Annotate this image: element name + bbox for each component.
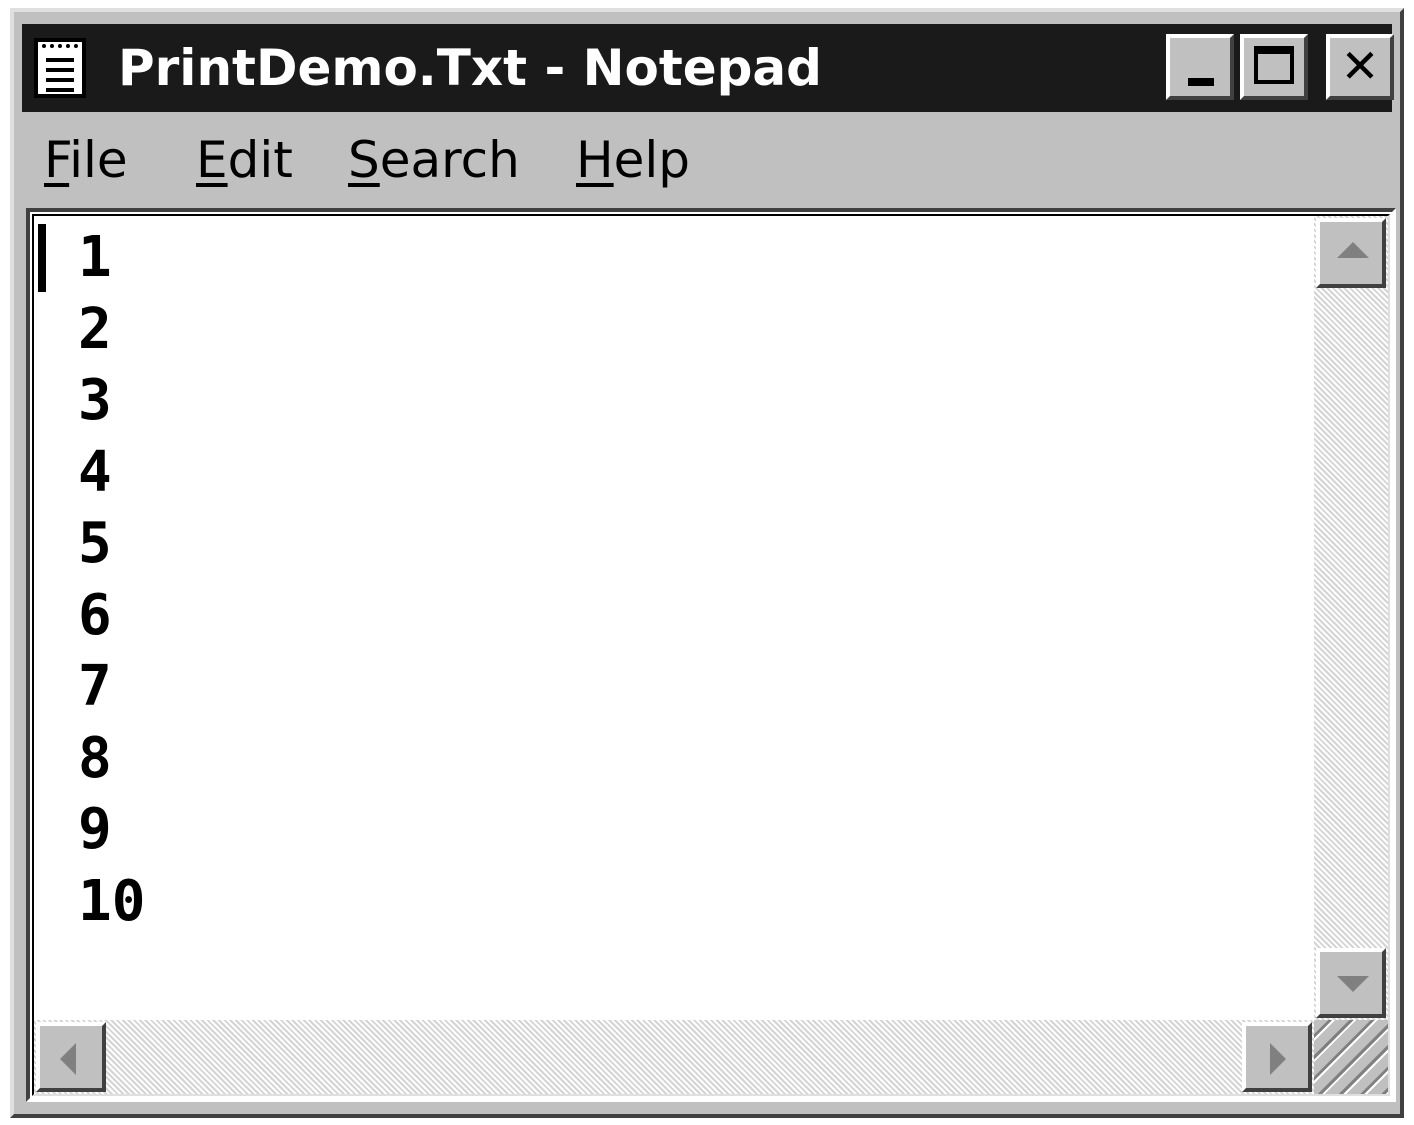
menu-edit[interactable]: Edit bbox=[196, 130, 293, 190]
text-line: 3 bbox=[78, 368, 112, 433]
icon-line bbox=[46, 68, 74, 72]
menu-search[interactable]: Search bbox=[348, 130, 520, 190]
menu-file[interactable]: File bbox=[44, 130, 128, 190]
scroll-left-button[interactable] bbox=[36, 1022, 106, 1092]
text-line: 4 bbox=[78, 439, 112, 505]
arrow-right-icon bbox=[1270, 1043, 1286, 1075]
text-editor[interactable]: 1 2 3 4 5 6 7 8 9 10 bbox=[26, 208, 1396, 1102]
text-lines: 1 2 3 4 5 6 7 8 9 10 bbox=[78, 222, 145, 937]
menu-file-label: ile bbox=[69, 131, 128, 189]
text-area[interactable]: 1 2 3 4 5 6 7 8 9 10 bbox=[32, 214, 1390, 1096]
minimize-icon bbox=[1188, 78, 1214, 86]
scroll-down-button[interactable] bbox=[1316, 948, 1386, 1018]
spiral-binding bbox=[42, 44, 78, 54]
icon-line bbox=[46, 78, 74, 82]
arrow-down-icon bbox=[1337, 976, 1369, 992]
scroll-up-button[interactable] bbox=[1316, 218, 1386, 288]
menu-edit-label: dit bbox=[227, 131, 293, 189]
icon-line bbox=[46, 58, 74, 62]
text-line: 10 bbox=[78, 868, 146, 934]
title-bar[interactable]: PrintDemo.Txt - Notepad ✕ bbox=[22, 24, 1394, 112]
text-caret bbox=[38, 224, 46, 292]
menu-help[interactable]: Help bbox=[576, 130, 690, 190]
notepad-icon[interactable] bbox=[34, 38, 86, 98]
icon-line bbox=[46, 88, 74, 92]
close-button[interactable]: ✕ bbox=[1326, 34, 1394, 100]
menu-edit-accelerator: E bbox=[196, 131, 228, 189]
text-line: 6 bbox=[78, 582, 112, 648]
horizontal-scrollbar[interactable] bbox=[34, 1020, 1314, 1094]
notepad-window: PrintDemo.Txt - Notepad ✕ File Edit Sear… bbox=[10, 8, 1404, 1118]
screen: PrintDemo.Txt - Notepad ✕ File Edit Sear… bbox=[0, 0, 1414, 1125]
arrow-left-icon bbox=[60, 1043, 76, 1075]
resize-grip-icon[interactable] bbox=[1314, 1020, 1388, 1094]
text-line: 2 bbox=[78, 296, 112, 362]
text-line: 1 bbox=[78, 225, 112, 290]
text-line: 9 bbox=[78, 797, 112, 862]
menu-search-accelerator: S bbox=[348, 131, 380, 189]
menu-help-label: elp bbox=[613, 131, 691, 189]
arrow-up-icon bbox=[1337, 242, 1369, 258]
minimize-button[interactable] bbox=[1166, 34, 1234, 100]
maximize-button[interactable] bbox=[1240, 34, 1308, 100]
text-line: 7 bbox=[78, 654, 112, 719]
menu-file-accelerator: F bbox=[44, 131, 70, 189]
menu-help-accelerator: H bbox=[576, 131, 614, 189]
scroll-right-button[interactable] bbox=[1242, 1022, 1312, 1092]
maximize-icon bbox=[1254, 46, 1294, 84]
vertical-scrollbar[interactable] bbox=[1314, 216, 1388, 1020]
menu-bar: File Edit Search Help bbox=[22, 116, 1392, 206]
menu-search-label: earch bbox=[379, 131, 520, 189]
text-line: 5 bbox=[78, 511, 112, 576]
text-line: 8 bbox=[78, 725, 112, 791]
window-title: PrintDemo.Txt - Notepad bbox=[118, 39, 822, 97]
close-icon: ✕ bbox=[1340, 39, 1380, 93]
